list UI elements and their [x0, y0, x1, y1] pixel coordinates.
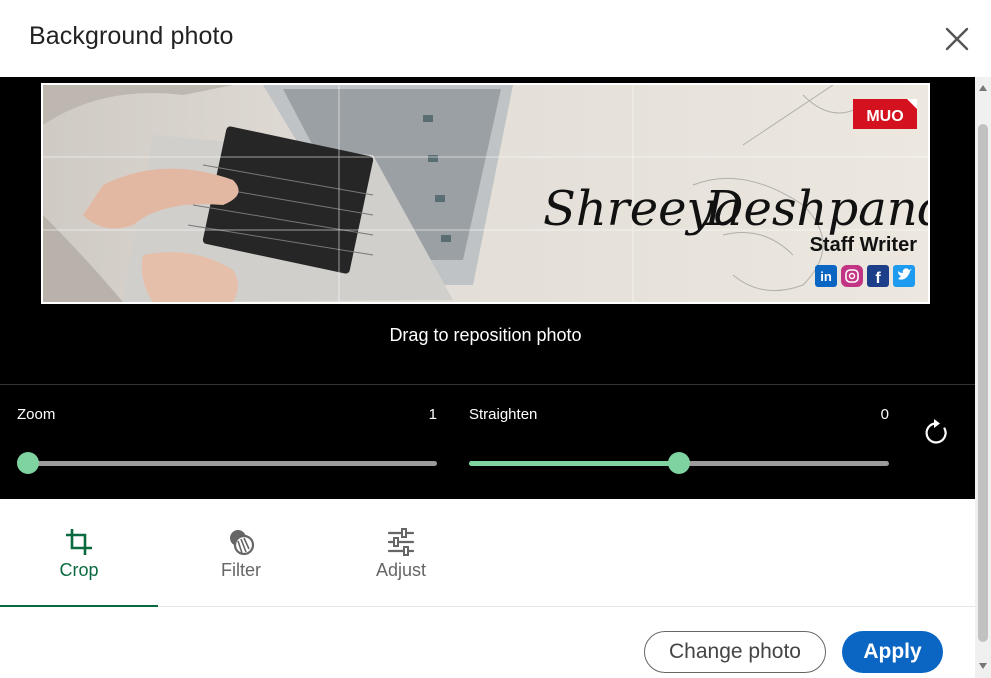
svg-text:f: f [875, 270, 881, 287]
banner-role: Staff Writer [810, 234, 918, 256]
dialog-title: Background photo [29, 22, 234, 50]
drag-hint-text: Drag to reposition photo [389, 325, 582, 345]
filter-icon [226, 527, 256, 557]
tab-adjust-label: Adjust [375, 560, 427, 580]
zoom-slider-track[interactable] [19, 461, 437, 466]
scroll-down-icon[interactable] [979, 663, 987, 669]
editor-tabs: Crop Filter Adjust [0, 499, 975, 608]
apply-button[interactable]: Apply [842, 631, 943, 673]
zoom-value: 1 [428, 406, 437, 423]
scrollbar[interactable] [975, 77, 991, 678]
background-photo-preview[interactable]: MUO Shreeya Deshpande Staff Writer in f [41, 83, 930, 304]
adjust-sliders-icon [386, 527, 416, 557]
tab-crop-label: Crop [59, 560, 99, 580]
zoom-slider-thumb[interactable] [17, 452, 39, 474]
muo-logo-text: MUO [866, 108, 903, 125]
straighten-label: Straighten [469, 406, 538, 423]
divider [0, 384, 975, 385]
scrollbar-thumb[interactable] [978, 124, 988, 642]
tab-filter[interactable]: Filter [162, 499, 320, 607]
tab-crop[interactable]: Crop [0, 499, 158, 608]
banner-name-last: Deshpande [704, 181, 928, 237]
dialog-footer: Change photo Apply [0, 607, 975, 678]
straighten-value: 0 [880, 406, 889, 423]
photo-editor: MUO Shreeya Deshpande Staff Writer in f … [0, 77, 975, 499]
straighten-slider-fill [469, 461, 679, 466]
tab-adjust[interactable]: Adjust [322, 499, 480, 607]
tab-filter-label: Filter [221, 560, 261, 580]
svg-text:in: in [820, 269, 832, 284]
change-photo-button[interactable]: Change photo [644, 631, 826, 673]
instagram-icon [841, 265, 863, 287]
close-icon[interactable] [940, 22, 974, 56]
crop-icon [64, 527, 94, 557]
zoom-label: Zoom [17, 406, 56, 423]
rotate-reset-icon[interactable] [921, 417, 953, 449]
straighten-slider-thumb[interactable] [668, 452, 690, 474]
scroll-up-icon[interactable] [979, 85, 987, 91]
dialog-header: Background photo [0, 0, 975, 77]
